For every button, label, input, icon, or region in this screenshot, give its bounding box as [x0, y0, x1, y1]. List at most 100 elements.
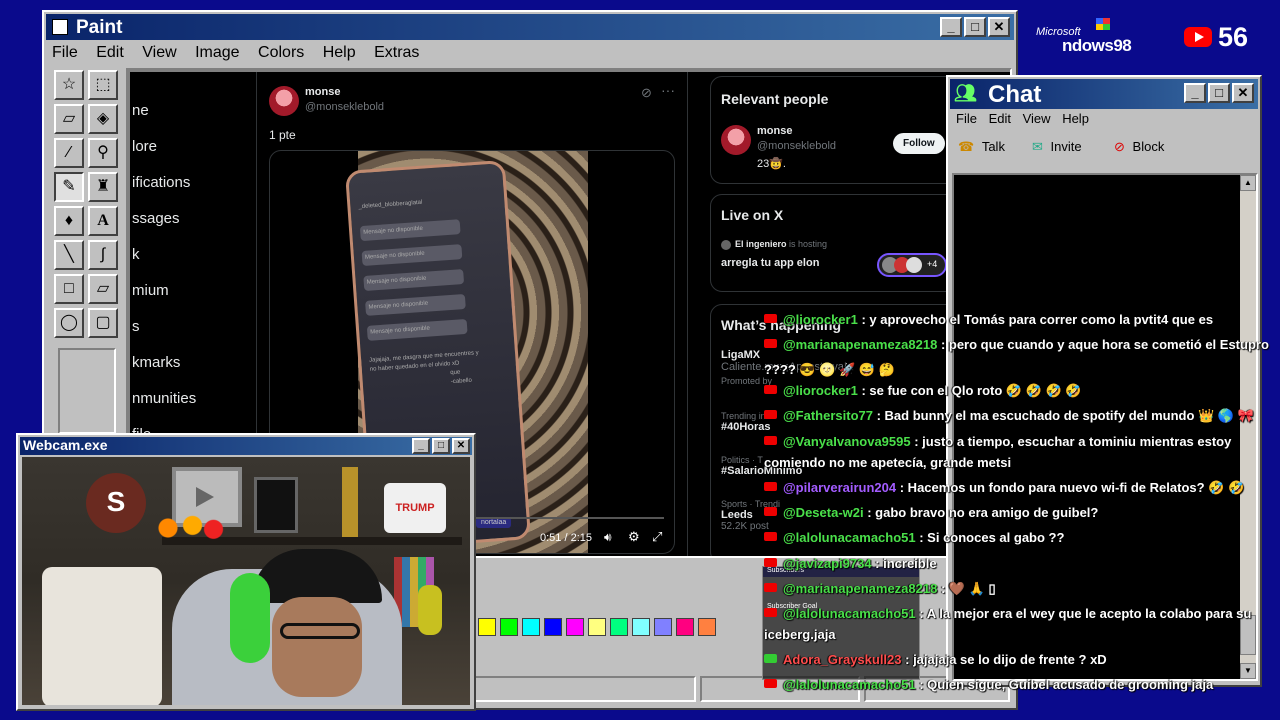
maximize-button[interactable]: □: [432, 438, 450, 454]
pencil-tool[interactable]: ✎: [54, 172, 84, 202]
trend-item[interactable]: LigaMX Caliente.mx: ¡Apuesta ya! Promote…: [721, 349, 847, 386]
palette-swatch[interactable]: [610, 618, 628, 636]
menu-edit[interactable]: Edit: [96, 44, 124, 61]
polygon-tool[interactable]: ▱: [88, 274, 118, 304]
free-select-tool[interactable]: ☆: [54, 70, 84, 100]
palette-swatch[interactable]: [654, 618, 672, 636]
palette-swatch[interactable]: [566, 618, 584, 636]
volume-icon[interactable]: 🔊︎: [604, 530, 612, 545]
scroll-down-icon[interactable]: ▼: [1240, 663, 1256, 679]
live-host-suffix: is hosting: [789, 239, 828, 249]
x-nav-lists[interactable]: s: [132, 318, 140, 335]
palette-swatch[interactable]: [522, 618, 540, 636]
block-icon: ⊘: [1114, 139, 1125, 154]
x-divider: [687, 72, 688, 556]
x-nav-explore[interactable]: lore: [132, 138, 157, 155]
chat-area[interactable]: ▲ ▼: [952, 173, 1258, 681]
close-button[interactable]: ✕: [452, 438, 470, 454]
x-nav-notifications[interactable]: ifications: [132, 174, 190, 191]
webcam-titlebar[interactable]: Webcam.exe _ □ ✕: [20, 437, 472, 455]
curve-tool[interactable]: ∫: [88, 240, 118, 270]
follow-button[interactable]: Follow: [893, 133, 945, 154]
chat-window: 👥︎ Chat _ □ ✕ File Edit View Help ☎ Talk…: [946, 75, 1262, 687]
text-tool[interactable]: A: [88, 206, 118, 236]
relevant-name[interactable]: monse: [757, 125, 792, 137]
x-nav-messages[interactable]: ssages: [132, 210, 180, 227]
maximize-button[interactable]: □: [1208, 83, 1230, 103]
chat-menu-file[interactable]: File: [956, 111, 977, 126]
live-title[interactable]: arregla tu app elon: [721, 257, 819, 269]
rect-select-tool[interactable]: ⬚: [88, 70, 118, 100]
live-participants[interactable]: +4: [877, 253, 947, 277]
x-nav-home[interactable]: ne: [132, 102, 149, 119]
chat-scrollbar[interactable]: ▲ ▼: [1240, 175, 1256, 679]
close-button[interactable]: ✕: [1232, 83, 1254, 103]
settings-icon[interactable]: ⚙: [628, 529, 640, 545]
paint-titlebar[interactable]: Paint _ □ ✕: [46, 14, 1014, 40]
more-icon[interactable]: ···: [661, 82, 675, 98]
palette-swatch[interactable]: [698, 618, 716, 636]
invite-icon: ✉: [1032, 139, 1043, 154]
relevant-handle[interactable]: @monseklebold: [757, 140, 836, 152]
post-author-name[interactable]: monse: [305, 86, 340, 98]
brush-tool[interactable]: ♜: [88, 172, 118, 202]
x-nav-bookmarks[interactable]: kmarks: [132, 354, 180, 371]
rounded-rectangle-tool[interactable]: ▢: [88, 308, 118, 338]
talk-button[interactable]: ☎ Talk: [958, 139, 1005, 155]
chat-menu-edit[interactable]: Edit: [989, 111, 1011, 126]
fill-tool[interactable]: ◈: [88, 104, 118, 134]
chat-titlebar[interactable]: 👥︎ Chat _ □ ✕: [950, 79, 1258, 109]
minimize-button[interactable]: _: [1184, 83, 1206, 103]
block-button[interactable]: ⊘ Block: [1114, 139, 1164, 155]
color-picker-tool[interactable]: ⁄: [54, 138, 84, 168]
x-nav-communities[interactable]: nmunities: [132, 390, 196, 407]
menu-view[interactable]: View: [142, 44, 176, 61]
airbrush-tool[interactable]: ♦: [54, 206, 84, 236]
line-tool[interactable]: ╲: [54, 240, 84, 270]
live-host[interactable]: El ingeniero is hosting: [735, 239, 827, 249]
palette-swatch[interactable]: [676, 618, 694, 636]
palette-swatch[interactable]: [500, 618, 518, 636]
trend-item[interactable]: Trending in #40Horas: [721, 411, 771, 433]
chat-menu-help[interactable]: Help: [1062, 111, 1089, 126]
scroll-thumb[interactable]: [1240, 615, 1256, 655]
palette-swatch[interactable]: [632, 618, 650, 636]
magnifier-tool[interactable]: ⚲: [88, 138, 118, 168]
grok-icon[interactable]: ⊘: [641, 85, 652, 101]
x-nav-grok[interactable]: k: [132, 246, 140, 263]
youtube-count: 56: [1218, 22, 1249, 52]
trend-item[interactable]: Sports · Trendi Leeds 52.2K post: [721, 499, 780, 532]
towel-label: TRUMP: [395, 502, 435, 514]
tool-options-box[interactable]: [58, 348, 116, 434]
palette-swatch[interactable]: [588, 618, 606, 636]
youtube-icon: [1184, 27, 1212, 47]
x-nav-premium[interactable]: mium: [132, 282, 169, 299]
palette-swatch[interactable]: [544, 618, 562, 636]
palette-swatch[interactable]: [478, 618, 496, 636]
chair: [42, 567, 162, 705]
chat-menu-view[interactable]: View: [1023, 111, 1051, 126]
menu-extras[interactable]: Extras: [374, 44, 419, 61]
trend-item[interactable]: Politics · T #SalarioMínimo: [721, 455, 802, 477]
invite-button[interactable]: ✉ Invite: [1032, 139, 1082, 155]
fullscreen-icon[interactable]: ⤢: [652, 529, 662, 545]
avatar[interactable]: [721, 125, 751, 155]
menu-file[interactable]: File: [52, 44, 78, 61]
maximize-button[interactable]: □: [964, 17, 986, 37]
rectangle-tool[interactable]: □: [54, 274, 84, 304]
post-author-handle[interactable]: @monseklebold: [305, 101, 384, 113]
menu-image[interactable]: Image: [195, 44, 239, 61]
menu-colors[interactable]: Colors: [258, 44, 304, 61]
ellipse-tool[interactable]: ◯: [54, 308, 84, 338]
phone-message: Mensaje no disponible: [363, 269, 465, 291]
scroll-up-icon[interactable]: ▲: [1240, 175, 1256, 191]
trend-category: Sports · Trendi: [721, 499, 781, 509]
minimize-button[interactable]: _: [940, 17, 962, 37]
menu-help[interactable]: Help: [323, 44, 356, 61]
avatar[interactable]: [269, 86, 299, 116]
phone-icon: ☎: [958, 139, 975, 154]
minimize-button[interactable]: _: [412, 438, 430, 454]
close-button[interactable]: ✕: [988, 17, 1010, 37]
eraser-tool[interactable]: ▱: [54, 104, 84, 134]
flowers: [154, 515, 224, 541]
